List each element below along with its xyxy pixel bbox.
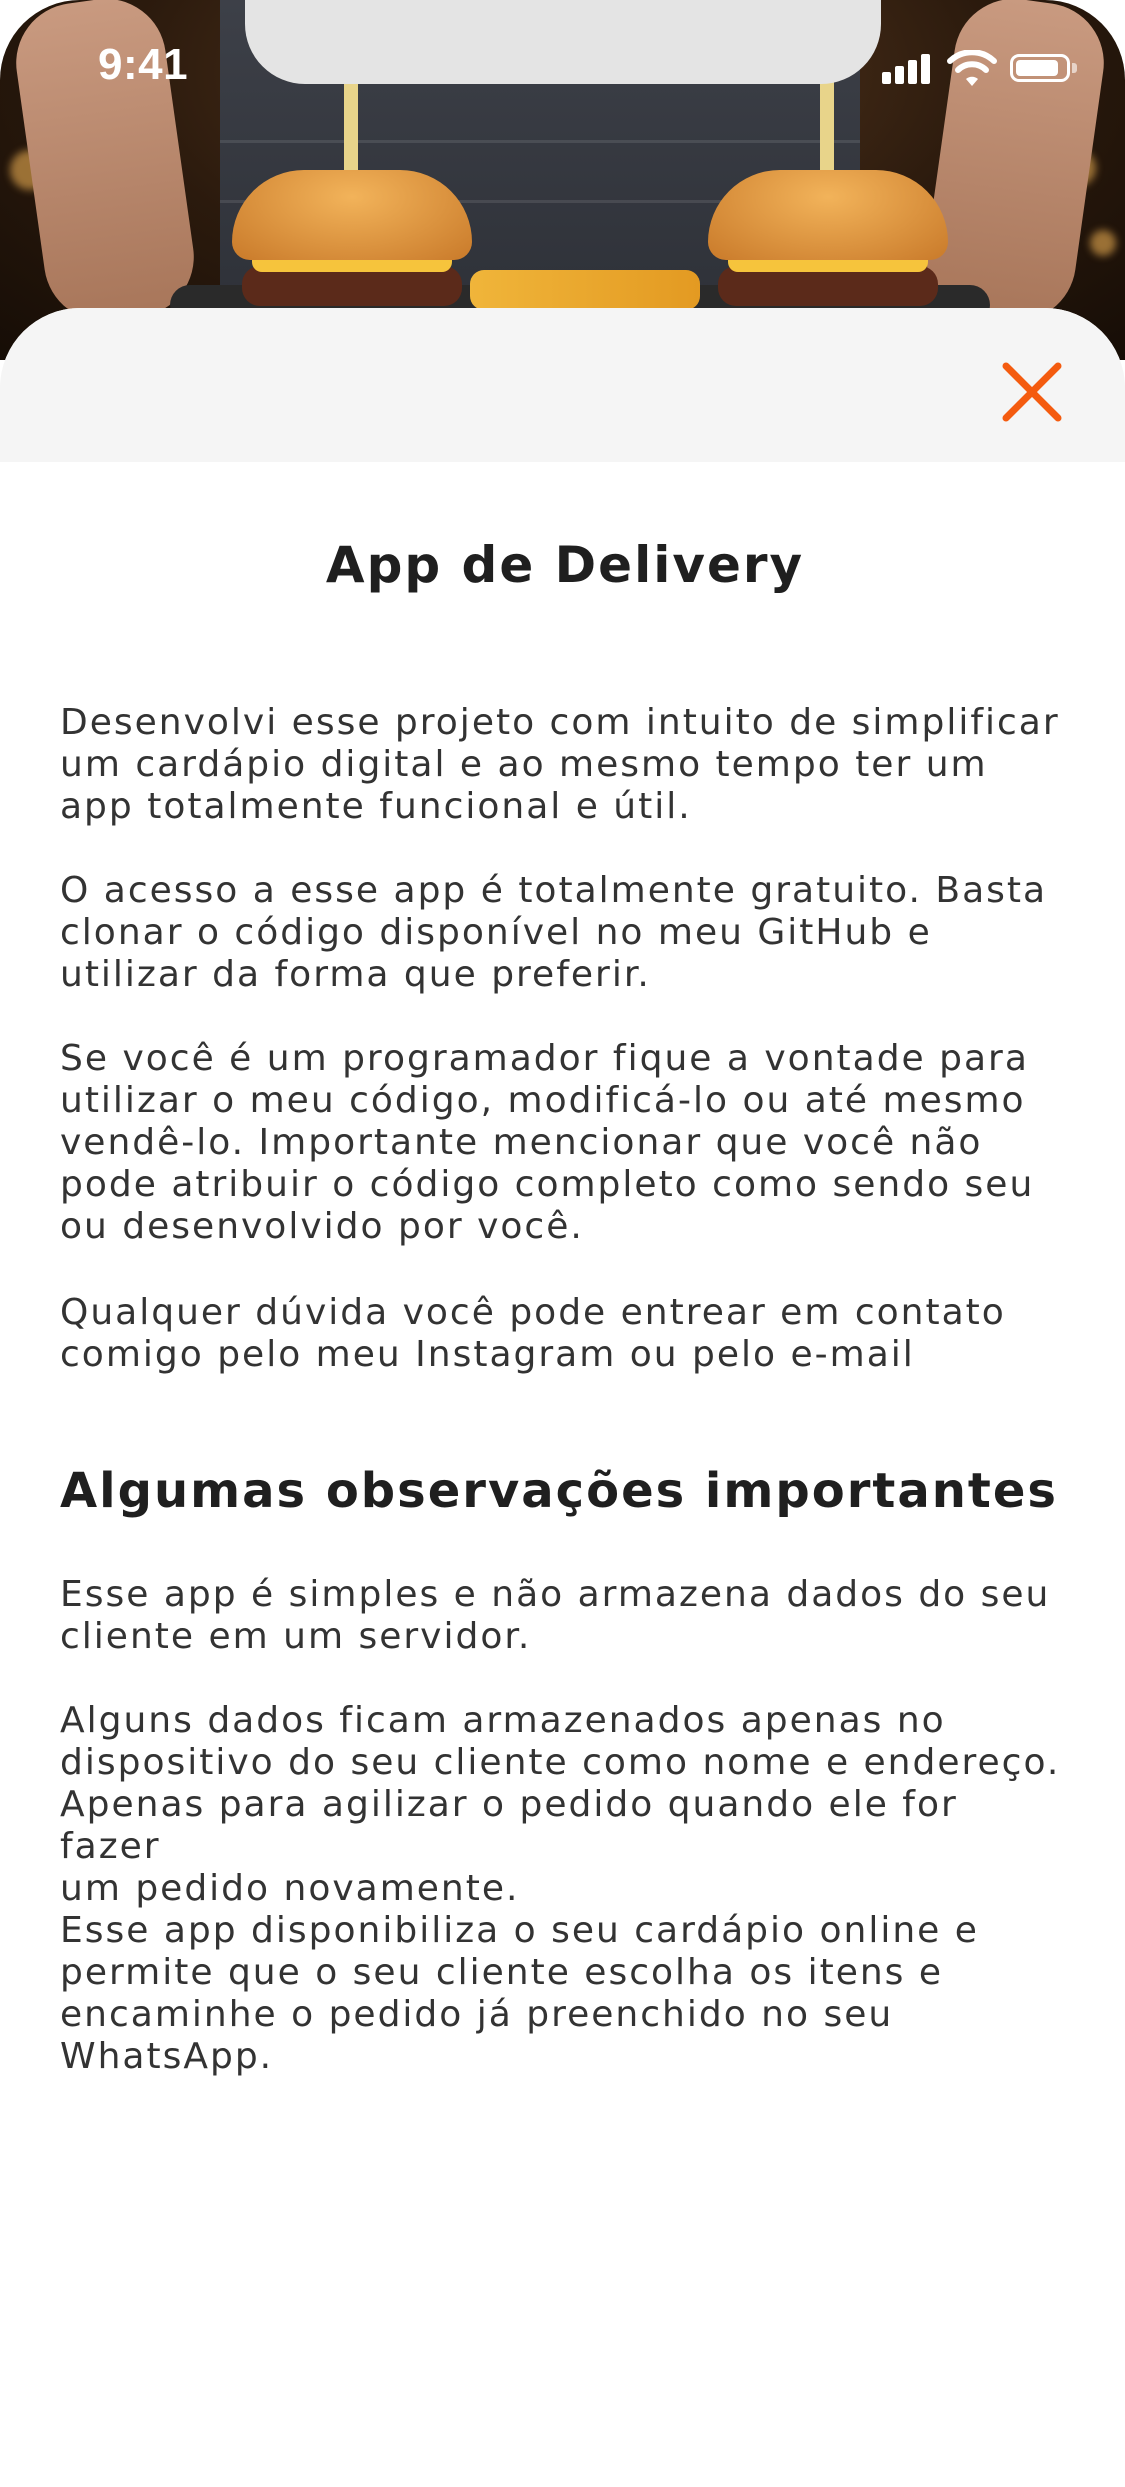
- intro-paragraph: Desenvolvi esse projeto com intuito de s…: [60, 702, 1060, 827]
- status-time: 9:41: [98, 40, 189, 89]
- notes-heading: Algumas observações importantes: [60, 1463, 1058, 1519]
- status-bar: 9:41: [0, 0, 1125, 140]
- close-icon[interactable]: [992, 352, 1072, 432]
- access-paragraph: O acesso a esse app é totalmente gratuit…: [60, 870, 1048, 995]
- battery-cap: [1072, 63, 1077, 73]
- developer-paragraph: Se você é um programador fique a vontade…: [60, 1038, 1035, 1247]
- battery-icon: [1010, 54, 1070, 82]
- contact-paragraph: Qualquer dúvida você pode entrear em con…: [60, 1292, 1006, 1375]
- apron-seam: [220, 140, 860, 143]
- note-paragraph: Esse app é simples e não armazena dados …: [60, 1574, 1051, 1657]
- fries: [470, 270, 700, 310]
- status-icons: [878, 50, 1078, 90]
- burger: [708, 80, 948, 320]
- wifi-icon: [947, 50, 997, 86]
- burger: [232, 80, 472, 320]
- modal-header: [0, 308, 1125, 462]
- note-paragraph: Alguns dados ficam armazenados apenas no…: [60, 1700, 1061, 1909]
- note-paragraph: Esse app disponibiliza o seu cardápio on…: [60, 1910, 979, 2077]
- bokeh-light: [1090, 230, 1116, 256]
- modal-title: App de Delivery: [325, 536, 805, 594]
- device-notch: [245, 0, 881, 84]
- info-modal: App de Delivery Desenvolvi esse projeto …: [0, 308, 1125, 2487]
